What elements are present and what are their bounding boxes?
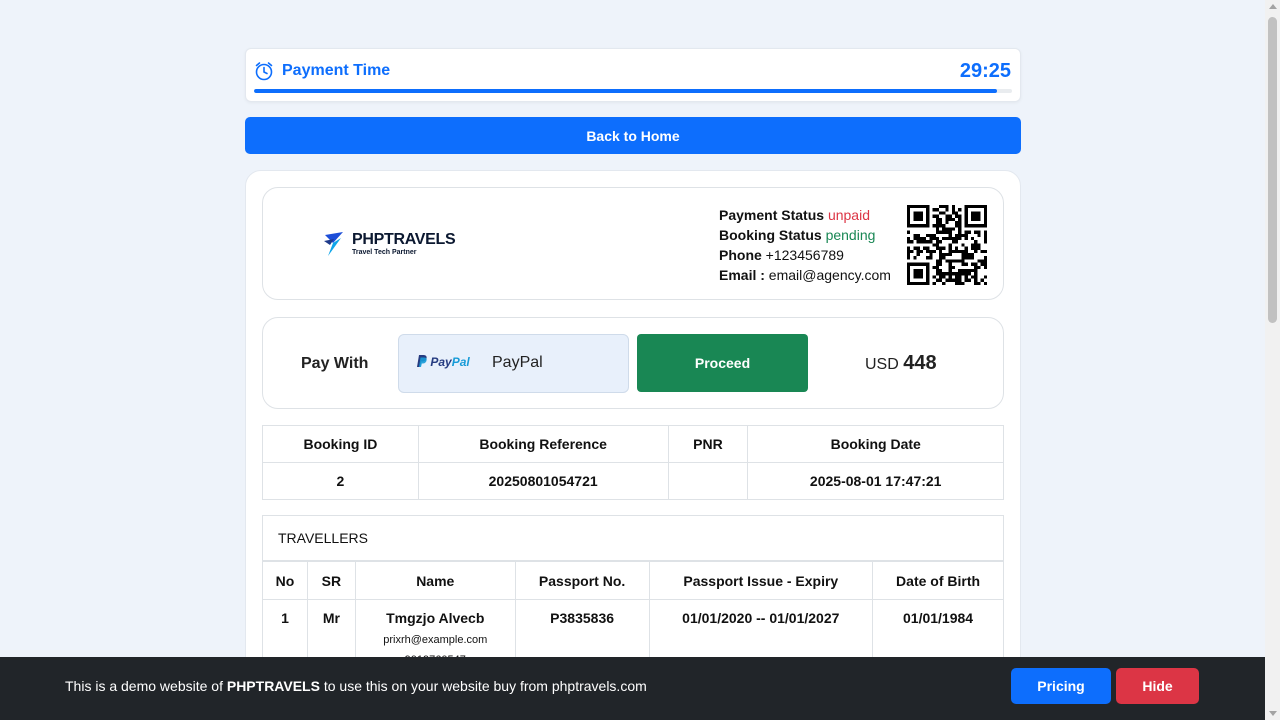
brand-tagline: Travel Tech Partner: [352, 248, 417, 256]
proceed-button[interactable]: Proceed: [637, 334, 808, 392]
pnr-header: PNR: [667, 425, 749, 463]
booking-id-cell: 2: [262, 462, 419, 500]
email-row: Email : email@agency.com: [719, 265, 891, 285]
travellers-title: TRAVELLERS: [263, 516, 1003, 561]
brand-mark-icon: [324, 232, 343, 256]
passport-no-header: Passport No.: [514, 561, 650, 600]
demo-notice-brand: PHPTRAVELS: [226, 678, 320, 694]
payment-timer-card: Payment Time 29:25: [245, 48, 1021, 102]
phone-label: Phone: [719, 247, 762, 263]
payment-section: Pay With PayPal PayPal Proceed USD 448: [262, 317, 1004, 409]
page-scrollbar[interactable]: [1265, 0, 1280, 720]
paypal-p-icon: [417, 355, 427, 367]
traveller-email: prixrh@example.com: [383, 634, 488, 646]
sr-header: SR: [306, 561, 356, 600]
payment-time-title: Payment Time: [282, 62, 391, 79]
booking-status-row: Booking Status pending: [719, 225, 891, 245]
booking-id-header: Booking ID: [262, 425, 419, 463]
countdown-timer: 29:25: [959, 60, 1011, 82]
qr-code: [907, 205, 987, 285]
brand-name: PHPTRAVELS: [352, 230, 456, 248]
email-label: Email :: [719, 267, 765, 283]
date-of-birth-header: Date of Birth: [872, 561, 1004, 600]
payment-status-label: Payment Status: [719, 207, 825, 223]
booking-reference-cell: 20250801054721: [417, 462, 669, 500]
demo-notice-bar: This is a demo website of PHPTRAVELS to …: [0, 657, 1265, 720]
paypal-payment-option[interactable]: PayPal PayPal: [398, 334, 629, 393]
hide-button[interactable]: Hide: [1116, 668, 1199, 704]
traveller-name: Tmgzjo Alvecb: [386, 610, 485, 626]
scroll-up-icon[interactable]: [1269, 4, 1277, 9]
scrollbar-thumb[interactable]: [1268, 17, 1277, 323]
no-header: No: [262, 561, 308, 600]
passport-issue-expiry-header: Passport Issue - Expiry: [648, 561, 874, 600]
alarm-clock-icon: [255, 62, 273, 81]
booking-header-row: Booking ID Booking Reference PNR Booking…: [262, 425, 1004, 463]
payment-status-value: unpaid: [827, 207, 870, 223]
back-to-home-button[interactable]: Back to Home: [245, 117, 1021, 154]
amount-value: 448: [903, 352, 937, 374]
table-row: 2 20250801054721 2025-08-01 17:47:21: [262, 462, 1004, 500]
paypal-logo: PayPal: [417, 355, 470, 369]
booking-reference-header: Booking Reference: [417, 425, 669, 463]
invoice-card: PHPTRAVELS Travel Tech Partner Payment S…: [245, 170, 1021, 720]
booking-date-cell: 2025-08-01 17:47:21: [747, 462, 1004, 500]
pnr-cell: [667, 462, 749, 500]
travellers-header-row: No SR Name Passport No. Passport Issue -…: [262, 561, 1004, 600]
brand-logo[interactable]: PHPTRAVELS Travel Tech Partner: [322, 229, 456, 259]
invoice-header: PHPTRAVELS Travel Tech Partner Payment S…: [262, 187, 1004, 300]
pricing-button[interactable]: Pricing: [1011, 668, 1111, 704]
timer-progress-fill: [254, 89, 997, 93]
booking-status-value: pending: [825, 227, 876, 243]
payment-status-row: Payment Status unpaid: [719, 205, 891, 225]
timer-progress-track: [254, 89, 1012, 93]
status-block: Payment Status unpaid Booking Status pen…: [719, 205, 891, 285]
currency-label: USD: [865, 356, 899, 373]
email-value: email@agency.com: [768, 267, 891, 283]
booking-date-header: Booking Date: [747, 425, 1004, 463]
payment-amount: USD 448: [865, 352, 937, 375]
demo-notice-text: This is a demo website of PHPTRAVELS to …: [65, 678, 647, 694]
phone-row: Phone +123456789: [719, 245, 891, 265]
phone-value: +123456789: [765, 247, 844, 263]
name-header: Name: [354, 561, 516, 600]
pay-with-label: Pay With: [301, 355, 369, 372]
scroll-down-icon[interactable]: [1269, 711, 1277, 716]
booking-status-label: Booking Status: [719, 227, 822, 243]
booking-info-table: Booking ID Booking Reference PNR Booking…: [262, 425, 1004, 500]
payment-method-name: PayPal: [492, 354, 543, 371]
